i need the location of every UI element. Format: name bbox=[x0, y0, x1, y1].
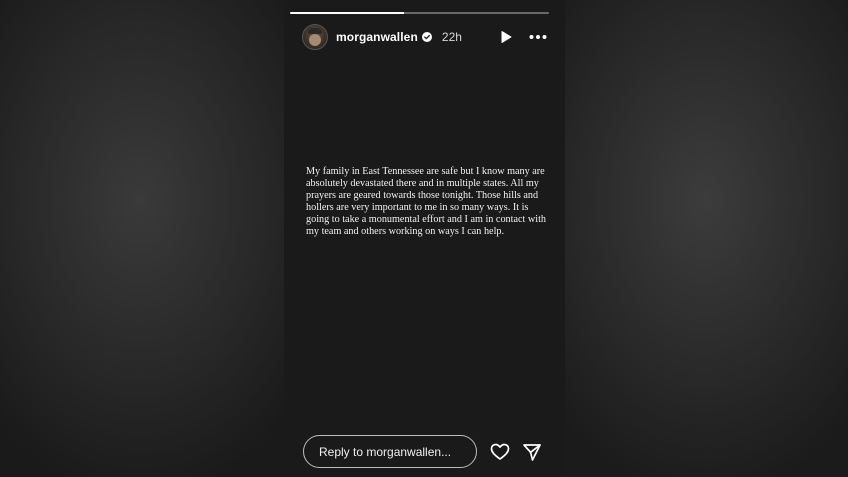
send-icon[interactable] bbox=[522, 442, 542, 462]
heart-icon[interactable] bbox=[490, 442, 510, 462]
reply-input[interactable]: Reply to morganwallen... bbox=[303, 435, 477, 468]
reply-placeholder: Reply to morganwallen... bbox=[319, 444, 452, 459]
left-backdrop bbox=[0, 0, 284, 477]
story-caption: My family in East Tennessee are safe but… bbox=[306, 166, 546, 237]
story-progress-bar bbox=[290, 12, 549, 14]
verified-badge-icon bbox=[421, 32, 432, 42]
post-time: 22h bbox=[441, 30, 462, 44]
header-actions bbox=[499, 30, 547, 44]
story-header: morganwallen 22h bbox=[302, 24, 547, 50]
story-footer: Reply to morganwallen... bbox=[303, 434, 553, 469]
right-backdrop bbox=[565, 0, 848, 477]
username[interactable]: morganwallen bbox=[336, 30, 418, 44]
more-options-icon[interactable] bbox=[529, 30, 547, 44]
story-progress-fill bbox=[290, 12, 404, 14]
story-viewer: morganwallen 22h My family in East Tenne… bbox=[284, 0, 565, 477]
play-icon[interactable] bbox=[499, 30, 513, 44]
avatar[interactable] bbox=[302, 24, 328, 50]
